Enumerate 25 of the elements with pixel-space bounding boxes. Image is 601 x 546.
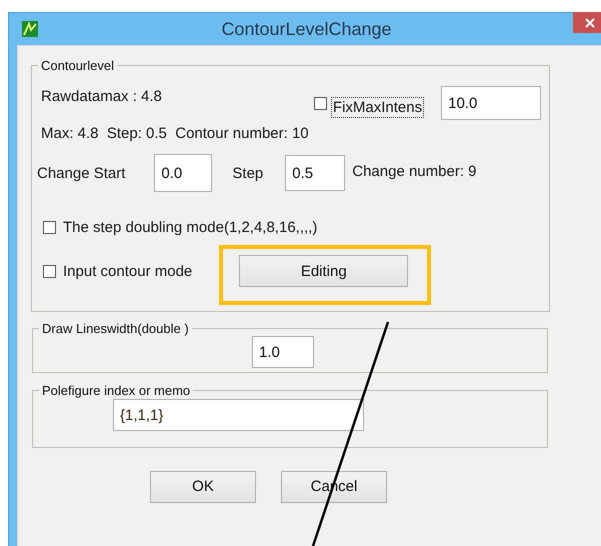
group-legend: Contourlevel (38, 58, 117, 73)
step-label: Step (232, 164, 264, 182)
checkbox-label[interactable]: FixMaxIntens (330, 96, 424, 118)
checkbox[interactable] (43, 264, 56, 278)
app-icon (22, 21, 38, 37)
close-icon (585, 18, 595, 28)
checkbox[interactable] (43, 220, 56, 234)
change-number-text: Change number: 9 (352, 162, 476, 180)
group-legend: Draw Lineswidth(double ) (39, 321, 192, 336)
line-width-field[interactable]: 1.0 (252, 336, 314, 368)
dialog-button[interactable]: OK (150, 470, 256, 502)
checkbox-label[interactable]: Input contour mode (61, 260, 194, 282)
group-legend: Polefigure index or memo (39, 383, 194, 398)
editing-button[interactable]: Editing (239, 255, 408, 287)
rawdatamax-text: Rawdatamax : 4.8 (41, 88, 162, 105)
max-intens-field[interactable]: 10.0 (441, 86, 542, 120)
memo-field[interactable]: {1,1,1} (113, 399, 364, 431)
change-start-field[interactable]: 0.0 (154, 154, 212, 192)
checkbox[interactable] (314, 96, 327, 110)
checkbox-label[interactable]: The step doubling mode(1,2,4,8,16,,,,) (61, 216, 320, 238)
change-start-label: Change Start (37, 164, 126, 182)
summary-text: Max: 4.8 Step: 0.5 Contour number: 10 (41, 124, 309, 142)
close-button[interactable] (573, 12, 601, 33)
window-title: ContourLevelChange (220, 18, 393, 40)
step-field[interactable]: 0.5 (285, 155, 346, 191)
